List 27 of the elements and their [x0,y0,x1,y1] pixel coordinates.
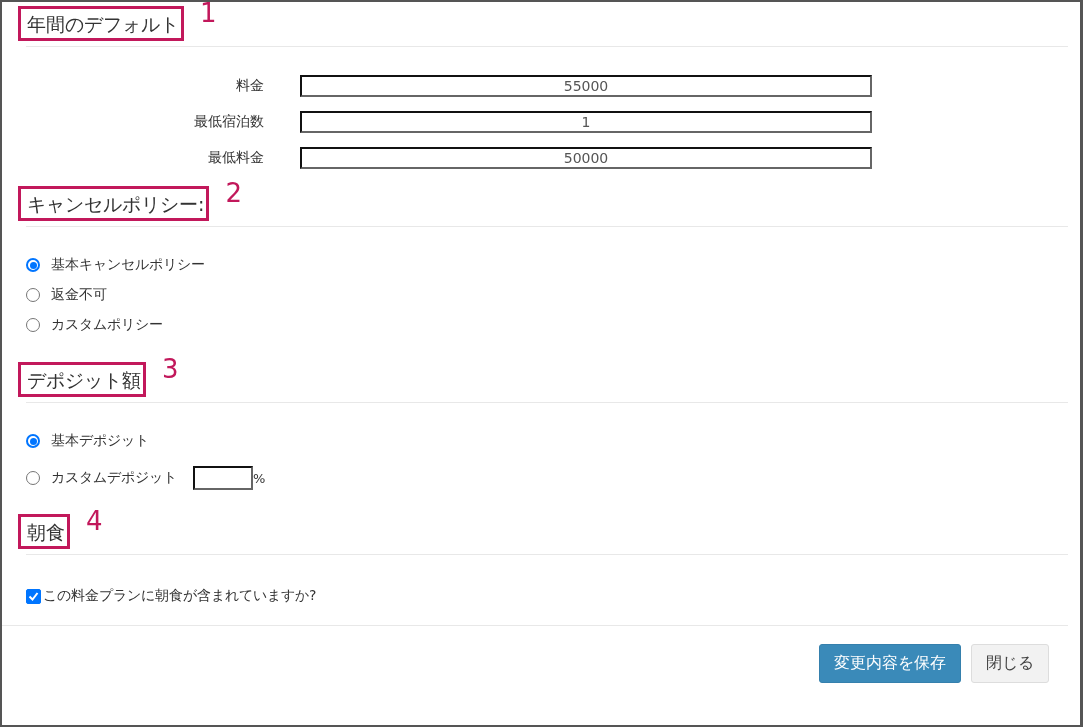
section-heading: 年間のデフォルト [18,6,184,41]
input-field[interactable]: 55000 [300,75,872,97]
checkbox[interactable] [26,588,41,604]
radio-button[interactable] [26,434,40,448]
checkbox-label[interactable]: この料金プランに朝食が含まれていますか? [43,587,317,605]
section-heading: デポジット額 [18,362,146,397]
percent-field[interactable] [193,466,253,490]
close-button[interactable]: 閉じる [971,644,1049,683]
section-heading: キャンセルポリシー: [18,186,210,221]
field-label: 最低宿泊数 [193,113,265,131]
option-label[interactable]: カスタムデポジット [51,469,177,487]
section-heading: 朝食 [18,514,70,549]
input-field[interactable]: 50000 [300,147,872,169]
annotation-number: 3 [162,356,179,382]
option-label[interactable]: カスタムポリシー [51,316,163,334]
input-field[interactable]: 1 [300,111,872,133]
field-label: 最低料金 [207,149,265,167]
option-label[interactable]: 基本デポジット [51,432,149,450]
annotation-number: 4 [86,508,103,534]
option-label[interactable]: 返金不可 [51,286,107,304]
radio-button[interactable] [26,258,40,272]
annotation-number: 1 [200,0,217,26]
save-button[interactable]: 変更内容を保存 [819,644,961,683]
percent-sign: % [253,470,266,486]
annotation-number: 2 [225,180,242,206]
field-label: 料金 [235,77,265,95]
option-label[interactable]: 基本キャンセルポリシー [51,256,205,274]
